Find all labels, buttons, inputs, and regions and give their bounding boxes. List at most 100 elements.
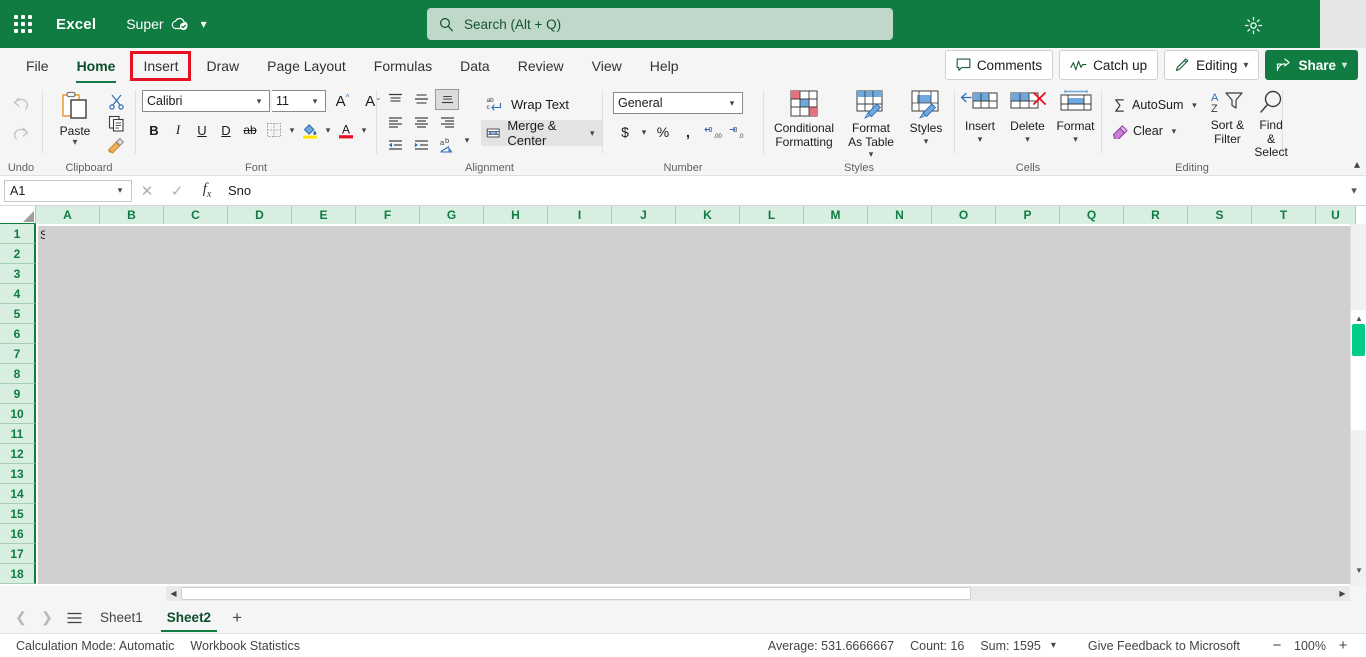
borders-chevron-down-icon[interactable]: ▾ bbox=[286, 125, 298, 136]
align-center-icon[interactable] bbox=[409, 112, 433, 133]
editing-mode-button[interactable]: Editing ▾ bbox=[1164, 50, 1260, 80]
font-color-chevron-down-icon[interactable]: ▾ bbox=[358, 125, 370, 136]
orientation-chevron-down-icon[interactable]: ▾ bbox=[461, 135, 473, 156]
sheet-tab-sheet1[interactable]: Sheet1 bbox=[88, 605, 155, 630]
row-header-18[interactable]: 18 bbox=[0, 564, 36, 584]
document-name-label[interactable]: Super bbox=[126, 16, 163, 32]
ribbon-tab-help[interactable]: Help bbox=[640, 54, 689, 78]
column-header-h[interactable]: H bbox=[484, 206, 548, 224]
cell-styles-chevron-down-icon[interactable]: ▾ bbox=[924, 136, 929, 147]
paste-chevron-down-icon[interactable]: ▾ bbox=[72, 138, 77, 148]
number-format-combo[interactable]: General ▾ bbox=[613, 92, 743, 114]
vertical-scrollbar[interactable]: ▲ ▼ bbox=[1350, 224, 1366, 586]
zoom-out-button[interactable]: − bbox=[1264, 635, 1290, 657]
column-header-r[interactable]: R bbox=[1124, 206, 1188, 224]
column-header-k[interactable]: K bbox=[676, 206, 740, 224]
all-sheets-menu-icon[interactable] bbox=[60, 605, 88, 631]
bold-button[interactable]: B bbox=[142, 118, 166, 142]
decrease-indent-icon[interactable] bbox=[383, 135, 407, 156]
fill-color-icon[interactable] bbox=[298, 118, 322, 142]
scroll-left-icon[interactable]: ◀ bbox=[166, 586, 181, 601]
format-painter-icon[interactable] bbox=[103, 135, 129, 156]
row-header-4[interactable]: 4 bbox=[0, 284, 36, 304]
wrap-text-button[interactable]: ab c Wrap Text bbox=[481, 91, 602, 117]
formula-input[interactable] bbox=[228, 183, 1342, 198]
row-header-9[interactable]: 9 bbox=[0, 384, 36, 404]
column-header-i[interactable]: I bbox=[548, 206, 612, 224]
collapse-ribbon-icon[interactable]: ▴ bbox=[1354, 157, 1360, 171]
format-cells-chevron-down-icon[interactable]: ▾ bbox=[1073, 134, 1078, 145]
search-box[interactable] bbox=[427, 8, 893, 40]
comma-style-icon[interactable]: , bbox=[676, 121, 700, 143]
next-sheet-icon[interactable]: ❯ bbox=[34, 605, 60, 631]
autosum-chevron-down-icon[interactable]: ▾ bbox=[1188, 100, 1200, 111]
search-input[interactable] bbox=[464, 16, 864, 32]
insert-cells-chevron-down-icon[interactable]: ▾ bbox=[978, 134, 983, 145]
italic-button[interactable]: I bbox=[166, 118, 190, 142]
format-as-table-chevron-down-icon[interactable]: ▾ bbox=[869, 149, 874, 160]
currency-chevron-down-icon[interactable]: ▾ bbox=[638, 127, 650, 138]
row-header-15[interactable]: 15 bbox=[0, 504, 36, 524]
row-header-13[interactable]: 13 bbox=[0, 464, 36, 484]
feedback-link[interactable]: Give Feedback to Microsoft bbox=[1088, 639, 1240, 653]
format-cells-button[interactable]: Format ▾ bbox=[1052, 89, 1100, 145]
row-header-3[interactable]: 3 bbox=[0, 264, 36, 284]
align-bottom-icon[interactable] bbox=[435, 89, 459, 110]
sheet-tab-sheet2[interactable]: Sheet2 bbox=[155, 605, 223, 632]
comments-button[interactable]: Comments bbox=[944, 50, 1054, 80]
workbook-statistics-status[interactable]: Workbook Statistics bbox=[190, 639, 300, 653]
ribbon-tab-review[interactable]: Review bbox=[508, 54, 574, 78]
scroll-right-icon[interactable]: ▶ bbox=[1335, 586, 1350, 601]
ribbon-tab-data[interactable]: Data bbox=[450, 54, 500, 78]
column-header-b[interactable]: B bbox=[100, 206, 164, 224]
column-header-u[interactable]: U bbox=[1316, 206, 1356, 224]
insert-function-icon[interactable]: fx bbox=[192, 179, 222, 203]
expand-formula-bar-icon[interactable]: ▾ bbox=[1342, 184, 1366, 197]
column-header-e[interactable]: E bbox=[292, 206, 356, 224]
strikethrough-button[interactable]: ab bbox=[238, 118, 262, 142]
currency-icon[interactable]: $ bbox=[613, 121, 637, 143]
catch-up-button[interactable]: Catch up bbox=[1059, 50, 1159, 80]
sort-filter-button[interactable]: A Z Sort & Filter bbox=[1206, 89, 1248, 146]
row-header-17[interactable]: 17 bbox=[0, 544, 36, 564]
merge-center-chevron-down-icon[interactable]: ▾ bbox=[587, 128, 597, 139]
row-header-8[interactable]: 8 bbox=[0, 364, 36, 384]
gear-icon[interactable] bbox=[1241, 13, 1265, 37]
increase-decimal-icon[interactable]: 0 .00 bbox=[701, 121, 725, 143]
clear-button[interactable]: Clear ▾ bbox=[1108, 119, 1204, 143]
underline-button[interactable]: U bbox=[190, 118, 214, 142]
cell-styles-button[interactable]: Styles ▾ bbox=[902, 89, 950, 147]
clear-chevron-down-icon[interactable]: ▾ bbox=[1168, 126, 1180, 137]
status-stats-chevron-down-icon[interactable]: ▾ bbox=[1051, 640, 1056, 651]
select-all-icon[interactable] bbox=[0, 206, 36, 224]
column-header-j[interactable]: J bbox=[612, 206, 676, 224]
grid-cells-area[interactable] bbox=[38, 226, 1350, 584]
row-header-14[interactable]: 14 bbox=[0, 484, 36, 504]
font-size-chevron-down-icon[interactable]: ▾ bbox=[309, 96, 321, 107]
zoom-in-button[interactable]: + bbox=[1330, 635, 1356, 657]
cancel-icon[interactable]: ✕ bbox=[132, 179, 162, 203]
column-header-l[interactable]: L bbox=[740, 206, 804, 224]
ribbon-tab-page-layout[interactable]: Page Layout bbox=[257, 54, 356, 78]
format-as-table-button[interactable]: Format As Table ▾ bbox=[840, 89, 902, 160]
percent-style-icon[interactable]: % bbox=[651, 121, 675, 143]
name-box[interactable]: A1 ▾ bbox=[4, 179, 132, 202]
column-header-f[interactable]: F bbox=[356, 206, 420, 224]
vertical-scroll-thumb[interactable] bbox=[1352, 324, 1365, 356]
cut-scissors-icon[interactable] bbox=[103, 91, 129, 112]
column-header-n[interactable]: N bbox=[868, 206, 932, 224]
align-top-icon[interactable] bbox=[383, 89, 407, 110]
column-header-g[interactable]: G bbox=[420, 206, 484, 224]
fill-color-chevron-down-icon[interactable]: ▾ bbox=[322, 125, 334, 136]
zoom-level-label[interactable]: 100% bbox=[1290, 639, 1330, 653]
row-header-10[interactable]: 10 bbox=[0, 404, 36, 424]
column-header-p[interactable]: P bbox=[996, 206, 1060, 224]
align-right-icon[interactable] bbox=[435, 112, 459, 133]
delete-cells-button[interactable]: Delete ▾ bbox=[1004, 89, 1052, 145]
column-header-o[interactable]: O bbox=[932, 206, 996, 224]
scroll-down-icon[interactable]: ▼ bbox=[1351, 562, 1366, 578]
number-format-chevron-down-icon[interactable]: ▾ bbox=[726, 98, 738, 109]
paste-button[interactable]: Paste ▾ bbox=[49, 89, 101, 148]
increase-indent-icon[interactable] bbox=[409, 135, 433, 156]
ribbon-tab-file[interactable]: File bbox=[16, 54, 59, 78]
